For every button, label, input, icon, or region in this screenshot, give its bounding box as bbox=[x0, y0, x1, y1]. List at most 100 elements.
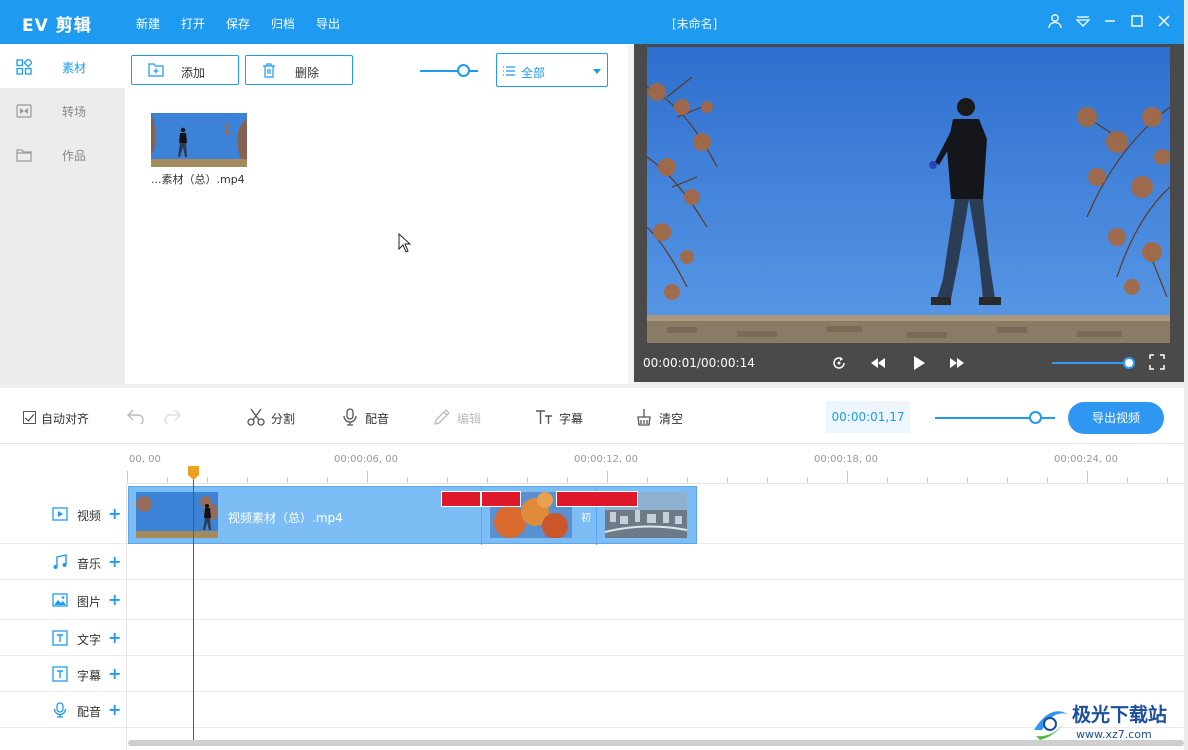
dub-label: 配音 bbox=[365, 412, 390, 426]
app-logo: EV 剪辑 bbox=[22, 16, 92, 36]
split-marker[interactable] bbox=[441, 491, 481, 507]
auto-align-checkbox[interactable] bbox=[23, 411, 36, 424]
media-filter-value: 全部 bbox=[521, 66, 546, 80]
dub-button[interactable]: 配音 bbox=[341, 408, 401, 426]
scissors-icon bbox=[247, 408, 265, 426]
export-video-button[interactable]: 导出视频 bbox=[1068, 402, 1164, 434]
media-item-thumbnail[interactable] bbox=[151, 113, 247, 167]
preview-video-frame[interactable] bbox=[647, 47, 1170, 343]
track-row-dub bbox=[0, 692, 1184, 728]
add-video-icon[interactable]: + bbox=[108, 504, 121, 523]
grid-icon bbox=[16, 57, 34, 75]
ruler-label: 00:00:18, 00 bbox=[814, 454, 878, 465]
add-media-label: 添加 bbox=[181, 66, 206, 80]
ruler-tick bbox=[807, 477, 808, 483]
subtitle-button[interactable]: 字幕 bbox=[535, 408, 595, 426]
music-icon bbox=[52, 554, 68, 570]
ruler-tick bbox=[1127, 477, 1128, 483]
sidebar-item-label: 转场 bbox=[62, 105, 87, 119]
subtitle-icon bbox=[52, 666, 68, 682]
clear-label: 清空 bbox=[659, 412, 684, 426]
close-icon[interactable] bbox=[1155, 12, 1173, 30]
ruler-tick bbox=[367, 471, 368, 483]
video-clip[interactable]: 视频素材（总）.mp4 初 bbox=[128, 486, 697, 545]
split-marker[interactable] bbox=[481, 491, 521, 507]
track-label-text: 字幕 bbox=[77, 669, 102, 683]
split-label: 分割 bbox=[271, 412, 296, 426]
ruler-tick bbox=[327, 477, 328, 483]
replay-icon[interactable] bbox=[830, 354, 848, 372]
rewind-icon[interactable] bbox=[869, 354, 887, 372]
sidebar-item-transitions[interactable]: 转场 bbox=[0, 88, 125, 132]
ruler-tick bbox=[1047, 477, 1048, 483]
clear-button[interactable]: 清空 bbox=[635, 408, 695, 426]
split-marker[interactable] bbox=[556, 491, 638, 507]
ruler-tick bbox=[607, 471, 608, 483]
minimize-icon[interactable] bbox=[1101, 12, 1119, 30]
ruler-tick bbox=[767, 477, 768, 483]
watermark-brand: 极光下载站 bbox=[1072, 704, 1168, 726]
edit-label: 编辑 bbox=[457, 412, 482, 426]
preview-volume-knob[interactable] bbox=[1123, 357, 1135, 369]
chevron-down-icon bbox=[593, 69, 601, 74]
media-item-name: ...素材（总）.mp4 bbox=[151, 173, 245, 186]
delete-media-label: 删除 bbox=[295, 66, 320, 80]
edit-button[interactable]: 编辑 bbox=[433, 408, 493, 426]
add-image-icon[interactable]: + bbox=[108, 590, 121, 609]
current-time-field[interactable]: 00:00:01,17 bbox=[826, 401, 910, 433]
track-label-text: 配音 bbox=[77, 705, 102, 719]
ruler-tick bbox=[927, 477, 928, 483]
sidebar-item-materials[interactable]: 素材 bbox=[0, 44, 125, 88]
add-music-icon[interactable]: + bbox=[108, 552, 121, 571]
fast-forward-icon[interactable] bbox=[948, 354, 966, 372]
play-icon[interactable] bbox=[910, 354, 928, 372]
delete-media-button[interactable]: 删除 bbox=[245, 55, 353, 85]
menu-save[interactable]: 保存 bbox=[226, 15, 250, 32]
image-icon bbox=[52, 592, 68, 608]
menu-archive[interactable]: 归档 bbox=[271, 15, 295, 32]
menu-new[interactable]: 新建 bbox=[136, 15, 160, 32]
add-subtitle-icon[interactable]: + bbox=[108, 664, 121, 683]
add-dub-icon[interactable]: + bbox=[108, 700, 121, 719]
text-icon bbox=[52, 630, 68, 646]
auto-align-label: 自动对齐 bbox=[41, 412, 90, 426]
maximize-icon[interactable] bbox=[1128, 12, 1146, 30]
folder-icon bbox=[16, 147, 32, 163]
fullscreen-icon[interactable] bbox=[1149, 354, 1167, 372]
sidebar-item-label: 素材 bbox=[62, 61, 87, 75]
redo-button[interactable] bbox=[163, 408, 181, 426]
ruler-tick bbox=[127, 471, 128, 483]
add-media-button[interactable]: 添加 bbox=[131, 55, 239, 85]
split-button[interactable]: 分割 bbox=[247, 408, 307, 426]
timeline-scrollbar[interactable] bbox=[128, 740, 1184, 746]
watermark-logo: 极光下载站 www.xz7.com bbox=[1028, 700, 1184, 746]
menu-open[interactable]: 打开 bbox=[181, 15, 205, 32]
video-preview-panel: 00:00:01/00:00:14 bbox=[634, 44, 1184, 382]
sidebar-item-works[interactable]: 作品 bbox=[0, 132, 125, 176]
playhead-handle[interactable] bbox=[188, 466, 199, 480]
undo-button[interactable] bbox=[127, 408, 145, 426]
ruler-tick bbox=[1087, 471, 1088, 483]
track-row-image bbox=[0, 580, 1184, 620]
timeline-ruler[interactable]: 00, 00 00:00:06, 00 00:00:12, 00 00:00:1… bbox=[127, 444, 1184, 484]
clip-partial-char: 初 bbox=[581, 513, 591, 524]
add-text-icon[interactable]: + bbox=[108, 628, 121, 647]
user-icon[interactable] bbox=[1046, 12, 1064, 30]
ruler-tick bbox=[967, 477, 968, 483]
timeline-zoom-knob[interactable] bbox=[1029, 411, 1042, 424]
preview-volume-slider[interactable] bbox=[1052, 362, 1130, 364]
thumbnail-size-knob[interactable] bbox=[457, 64, 470, 77]
mouse-cursor-icon bbox=[398, 232, 412, 256]
ruler-tick bbox=[167, 477, 168, 483]
ruler-tick bbox=[687, 477, 688, 483]
watermark-url: www.xz7.com bbox=[1076, 728, 1152, 741]
dropdown-menu-icon[interactable] bbox=[1074, 12, 1092, 30]
watermark-icon bbox=[1034, 711, 1068, 740]
broom-icon bbox=[637, 409, 651, 426]
ruler-label: 00:00:12, 00 bbox=[574, 454, 638, 465]
ruler-tick bbox=[1007, 477, 1008, 483]
menu-export[interactable]: 导出 bbox=[316, 15, 340, 32]
media-filter-select[interactable]: 全部 bbox=[496, 53, 608, 87]
ruler-tick bbox=[727, 477, 728, 483]
track-label-text: 视频 bbox=[77, 509, 102, 523]
